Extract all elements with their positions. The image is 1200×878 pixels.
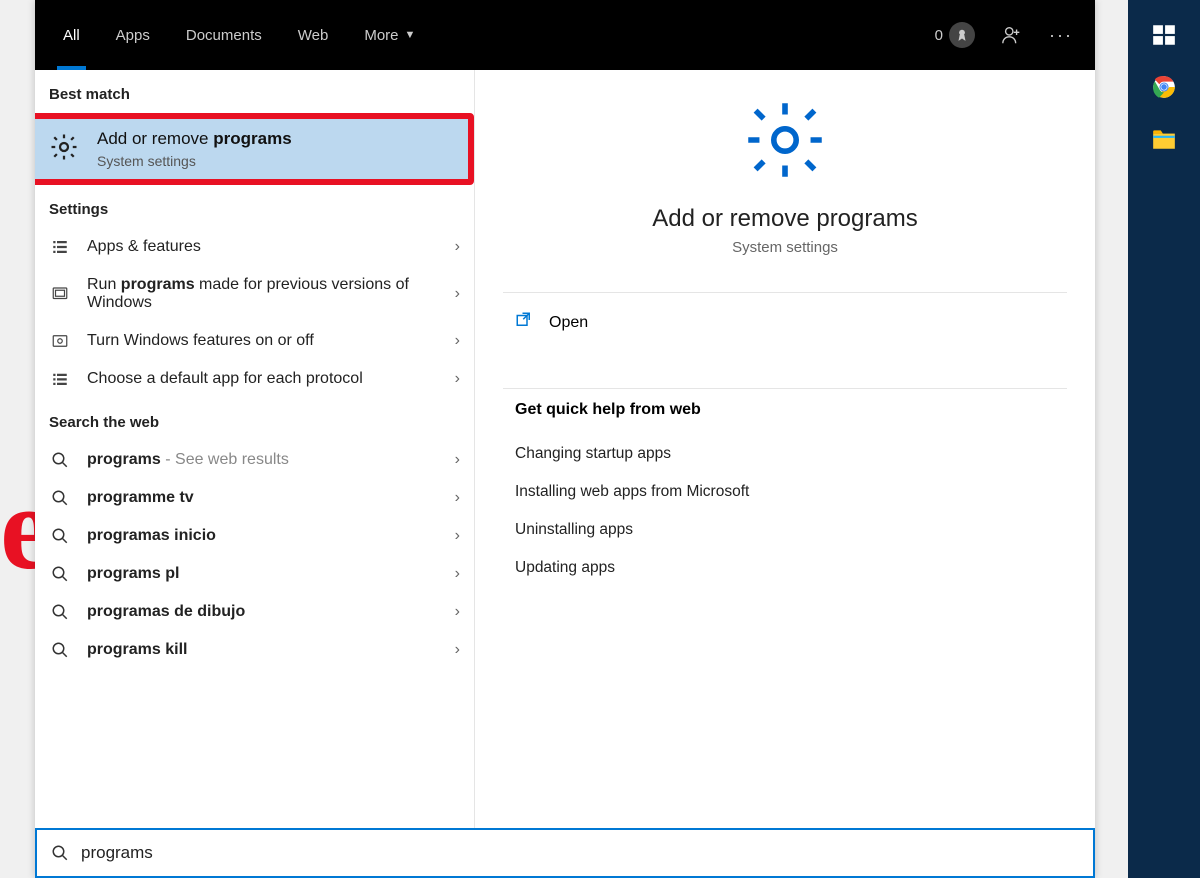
help-link[interactable]: Changing startup apps bbox=[515, 435, 1055, 473]
chevron-right-icon: › bbox=[455, 332, 460, 350]
help-link[interactable]: Updating apps bbox=[515, 549, 1055, 587]
result-text: Turn Windows features on or off bbox=[87, 332, 439, 350]
points-count: 0 bbox=[935, 27, 943, 44]
medal-icon bbox=[949, 22, 975, 48]
best-match-subtitle: System settings bbox=[97, 153, 292, 169]
settings-item-icon bbox=[49, 332, 71, 350]
web-search-result[interactable]: programas inicio › bbox=[35, 517, 474, 555]
open-icon bbox=[515, 311, 533, 334]
search-icon bbox=[49, 641, 71, 659]
search-topbar: All Apps Documents Web More ▼ 0 ··· bbox=[35, 0, 1095, 70]
chevron-right-icon: › bbox=[455, 641, 460, 659]
result-text: programas inicio bbox=[87, 527, 439, 545]
taskbar bbox=[1128, 0, 1200, 878]
account-icon[interactable] bbox=[1001, 24, 1023, 46]
section-best-match: Best match bbox=[35, 70, 474, 113]
settings-result[interactable]: Choose a default app for each protocol › bbox=[35, 360, 474, 398]
result-text: programme tv bbox=[87, 489, 439, 507]
file-explorer-icon[interactable] bbox=[1149, 124, 1179, 154]
topbar-right: 0 ··· bbox=[935, 22, 1085, 48]
detail-subtitle: System settings bbox=[475, 239, 1095, 256]
help-block: Get quick help from web Changing startup… bbox=[475, 389, 1095, 599]
tab-web[interactable]: Web bbox=[280, 0, 347, 70]
settings-result[interactable]: Run programs made for previous versions … bbox=[35, 266, 474, 322]
open-action[interactable]: Open bbox=[503, 293, 1067, 352]
tab-apps[interactable]: Apps bbox=[98, 0, 168, 70]
chevron-down-icon: ▼ bbox=[405, 29, 416, 41]
search-box[interactable] bbox=[35, 828, 1095, 878]
chrome-icon[interactable] bbox=[1149, 72, 1179, 102]
results-column: Best match Add or remove programs System… bbox=[35, 70, 475, 878]
tab-documents[interactable]: Documents bbox=[168, 0, 280, 70]
chevron-right-icon: › bbox=[455, 238, 460, 256]
chevron-right-icon: › bbox=[455, 451, 460, 469]
help-link[interactable]: Uninstalling apps bbox=[515, 511, 1055, 549]
settings-item-icon bbox=[49, 370, 71, 388]
open-label: Open bbox=[549, 314, 588, 332]
help-link[interactable]: Installing web apps from Microsoft bbox=[515, 473, 1055, 511]
web-search-result[interactable]: programs kill › bbox=[35, 631, 474, 669]
search-icon bbox=[49, 565, 71, 583]
gear-icon bbox=[743, 169, 827, 186]
chevron-right-icon: › bbox=[455, 489, 460, 507]
search-icon bbox=[51, 844, 69, 862]
chevron-right-icon: › bbox=[455, 527, 460, 545]
tab-more-label: More bbox=[364, 27, 398, 44]
result-text: programs - See web results bbox=[87, 451, 439, 469]
help-title: Get quick help from web bbox=[515, 401, 1055, 419]
rewards-points[interactable]: 0 bbox=[935, 22, 975, 48]
result-text: Choose a default app for each protocol bbox=[87, 370, 439, 388]
search-body: Best match Add or remove programs System… bbox=[35, 70, 1095, 878]
result-text: Run programs made for previous versions … bbox=[87, 276, 439, 312]
gear-icon bbox=[49, 132, 79, 167]
tab-more[interactable]: More ▼ bbox=[346, 0, 433, 70]
search-icon bbox=[49, 451, 71, 469]
more-options-icon[interactable]: ··· bbox=[1049, 25, 1073, 46]
detail-title: Add or remove programs bbox=[475, 205, 1095, 233]
search-panel: All Apps Documents Web More ▼ 0 ··· bbox=[35, 0, 1095, 878]
chevron-right-icon: › bbox=[455, 565, 460, 583]
settings-result[interactable]: Turn Windows features on or off › bbox=[35, 322, 474, 360]
settings-item-icon bbox=[49, 238, 71, 256]
web-search-result[interactable]: programme tv › bbox=[35, 479, 474, 517]
chevron-right-icon: › bbox=[455, 370, 460, 388]
web-search-result[interactable]: programs pl › bbox=[35, 555, 474, 593]
chevron-right-icon: › bbox=[455, 603, 460, 621]
settings-item-icon bbox=[49, 285, 71, 303]
detail-pane: Add or remove programs System settings O… bbox=[475, 70, 1095, 878]
search-input[interactable] bbox=[81, 843, 1079, 863]
tab-all[interactable]: All bbox=[45, 0, 98, 70]
result-text: programs pl bbox=[87, 565, 439, 583]
result-text: Apps & features bbox=[87, 238, 439, 256]
windows-start-icon[interactable] bbox=[1149, 20, 1179, 50]
best-match-result[interactable]: Add or remove programs System settings bbox=[35, 113, 474, 185]
chevron-right-icon: › bbox=[455, 285, 460, 303]
web-search-result[interactable]: programas de dibujo › bbox=[35, 593, 474, 631]
section-settings: Settings bbox=[35, 185, 474, 228]
web-search-result[interactable]: programs - See web results › bbox=[35, 441, 474, 479]
result-text: programs kill bbox=[87, 641, 439, 659]
best-match-title: Add or remove programs bbox=[97, 129, 292, 149]
search-scope-tabs: All Apps Documents Web More ▼ bbox=[45, 0, 433, 70]
settings-result[interactable]: Apps & features › bbox=[35, 228, 474, 266]
search-icon bbox=[49, 489, 71, 507]
search-icon bbox=[49, 603, 71, 621]
section-search-web: Search the web bbox=[35, 398, 474, 441]
search-icon bbox=[49, 527, 71, 545]
result-text: programas de dibujo bbox=[87, 603, 439, 621]
